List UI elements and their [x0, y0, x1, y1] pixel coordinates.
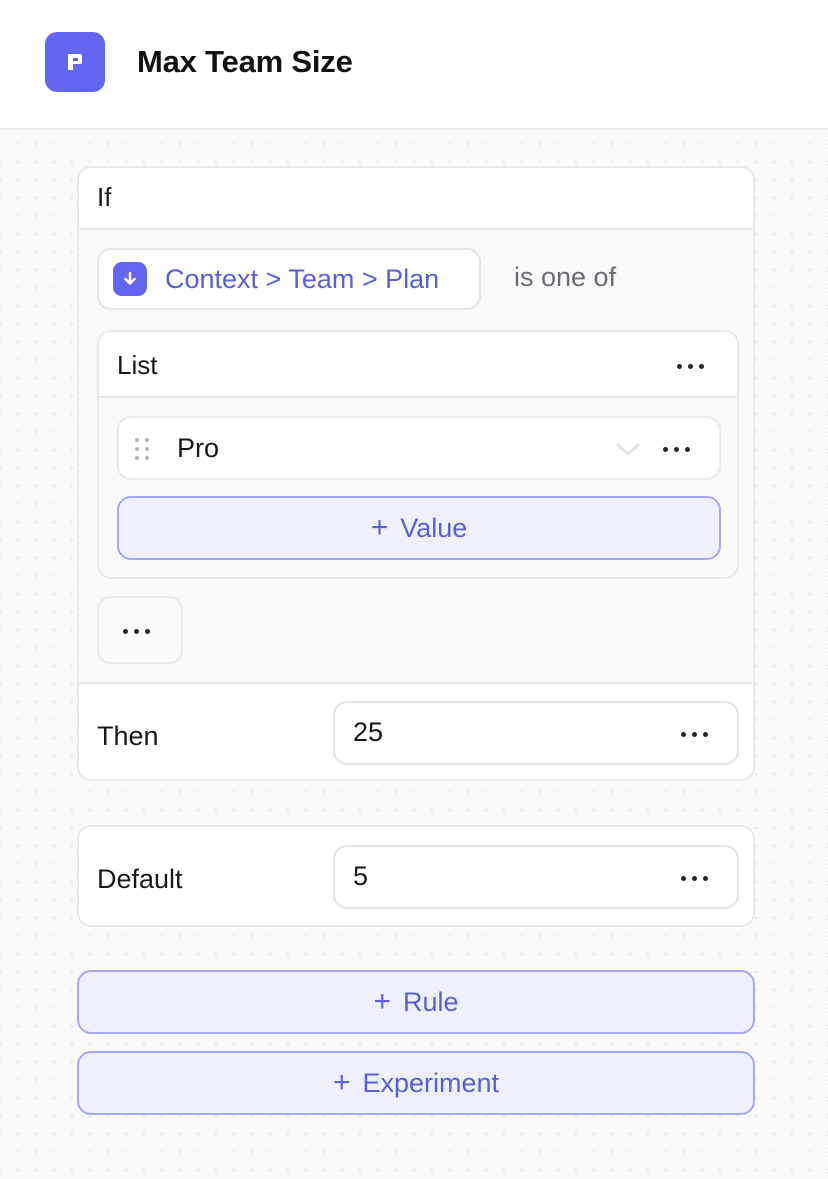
list-title: List	[117, 350, 158, 380]
default-label: Default	[97, 864, 183, 894]
drag-handle-icon[interactable]	[135, 438, 151, 460]
default-more-options-icon[interactable]	[681, 873, 708, 883]
add-rule-button[interactable]: + Rule	[77, 970, 755, 1034]
add-value-label: Value	[400, 512, 468, 543]
condition-more-button[interactable]	[97, 596, 183, 664]
list-item[interactable]: Pro	[117, 416, 721, 480]
list-card: List Pro + Value	[97, 330, 739, 579]
item-more-options-icon[interactable]	[663, 444, 690, 454]
default-value-input[interactable]: 5	[333, 845, 739, 909]
flag-icon	[45, 32, 105, 92]
chevron-down-icon[interactable]	[615, 438, 641, 460]
if-label: If	[97, 182, 112, 212]
operator-selector[interactable]: is one of	[514, 262, 616, 293]
plus-icon: +	[373, 985, 391, 1018]
plus-icon: +	[370, 511, 389, 544]
rule-card: If Context > Team > Plan is one of List …	[77, 166, 755, 781]
default-value[interactable]: 5	[353, 861, 368, 892]
list-item-value[interactable]: Pro	[177, 433, 219, 464]
page-title: Max Team Size	[137, 44, 353, 79]
add-experiment-label: Experiment	[362, 1067, 500, 1098]
arrow-down-circle-icon	[113, 262, 147, 296]
context-path-label: Context > Team > Plan	[165, 263, 440, 294]
plus-icon: +	[332, 1066, 351, 1099]
default-card: Default 5	[77, 825, 755, 927]
condition-body: Context > Team > Plan is one of List Pro	[79, 230, 753, 682]
list-more-options-icon[interactable]	[677, 361, 704, 371]
then-more-options-icon[interactable]	[681, 729, 708, 739]
add-rule-label: Rule	[403, 986, 459, 1017]
add-experiment-button[interactable]: + Experiment	[77, 1051, 755, 1115]
then-value-input[interactable]: 25	[333, 701, 739, 765]
divider	[79, 682, 753, 684]
more-options-icon	[123, 626, 150, 636]
then-value[interactable]: 25	[353, 717, 383, 748]
context-path-selector[interactable]: Context > Team > Plan	[97, 248, 481, 310]
header-bar: Max Team Size	[0, 0, 828, 130]
list-body: Pro + Value	[99, 398, 737, 577]
then-label: Then	[97, 721, 159, 751]
add-value-button[interactable]: + Value	[117, 496, 721, 560]
